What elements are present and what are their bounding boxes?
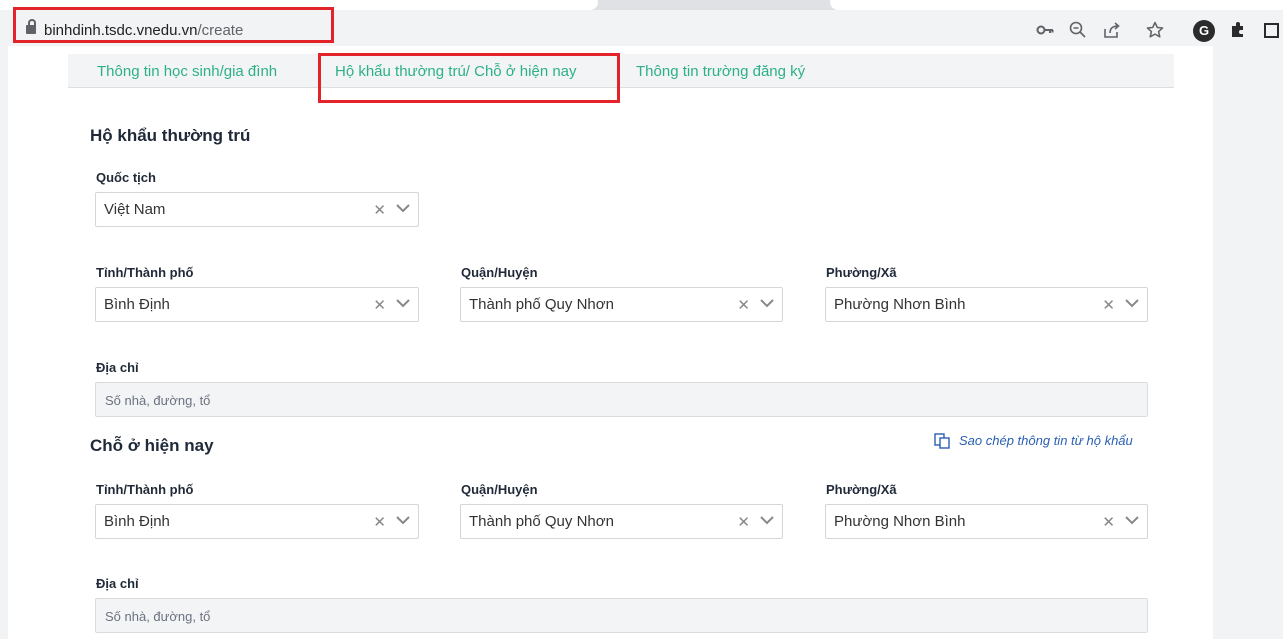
address-placeholder: Số nhà, đường, tổ [105, 393, 211, 408]
nationality-label: Quốc tịch [96, 170, 156, 185]
tab-highlight-box [318, 53, 620, 103]
province-label: Tỉnh/Thành phố [96, 482, 194, 497]
browser-tab-stub[interactable] [830, 0, 1283, 10]
province-label: Tỉnh/Thành phố [96, 265, 194, 280]
current-province-select[interactable]: Bình Định ✕ [95, 504, 419, 539]
zoom-icon[interactable] [1066, 20, 1090, 45]
section-title-permanent: Hộ khẩu thường trú [90, 126, 251, 145]
ward-select[interactable]: Phường Nhơn Bình ✕ [825, 287, 1148, 322]
tab-school-registration[interactable]: Thông tin trường đăng ký [636, 63, 805, 80]
current-address-input[interactable]: Số nhà, đường, tổ [95, 598, 1148, 633]
district-value: Thành phố Quy Nhơn [469, 296, 614, 313]
tab-student-family[interactable]: Thông tin học sinh/gia đình [97, 63, 277, 80]
current-ward-select[interactable]: Phường Nhơn Bình ✕ [825, 504, 1148, 539]
window-icon[interactable] [1259, 20, 1283, 45]
page-gutter [0, 46, 8, 639]
clear-icon[interactable]: ✕ [373, 296, 386, 314]
page-gutter [1213, 46, 1283, 639]
nationality-select[interactable]: Việt Nam ✕ [95, 192, 419, 227]
district-select[interactable]: Thành phố Quy Nhơn ✕ [460, 287, 783, 322]
clear-icon[interactable]: ✕ [1102, 513, 1115, 531]
copy-icon[interactable] [934, 433, 950, 449]
address-label: Địa chỉ [96, 360, 139, 375]
clear-icon[interactable]: ✕ [737, 296, 750, 314]
url-highlight-box [13, 7, 334, 43]
district-label: Quận/Huyện [461, 265, 538, 280]
district-value: Thành phố Quy Nhơn [469, 513, 614, 530]
share-icon[interactable] [1100, 20, 1124, 45]
chevron-down-icon[interactable] [1123, 294, 1141, 312]
province-select[interactable]: Bình Định ✕ [95, 287, 419, 322]
current-district-select[interactable]: Thành phố Quy Nhơn ✕ [460, 504, 783, 539]
address-input[interactable]: Số nhà, đường, tổ [95, 382, 1148, 417]
clear-icon[interactable]: ✕ [373, 201, 386, 219]
extension-icon[interactable]: G [1193, 20, 1215, 42]
chevron-down-icon[interactable] [394, 199, 412, 217]
key-icon[interactable] [1033, 20, 1057, 45]
copy-from-permanent-link[interactable]: Sao chép thông tin từ hộ khẩu [959, 433, 1133, 448]
district-label: Quận/Huyện [461, 482, 538, 497]
clear-icon[interactable]: ✕ [737, 513, 750, 531]
chevron-down-icon[interactable] [758, 294, 776, 312]
clear-icon[interactable]: ✕ [373, 513, 386, 531]
section-title-current: Chỗ ở hiện nay [90, 436, 214, 455]
chevron-down-icon[interactable] [394, 294, 412, 312]
chevron-down-icon[interactable] [1123, 511, 1141, 529]
star-icon[interactable] [1143, 20, 1167, 45]
ward-label: Phường/Xã [826, 482, 897, 497]
chevron-down-icon[interactable] [758, 511, 776, 529]
ward-value: Phường Nhơn Bình [834, 296, 966, 313]
puzzle-icon[interactable] [1226, 20, 1250, 45]
province-value: Bình Định [104, 513, 170, 530]
address-label: Địa chỉ [96, 576, 139, 591]
clear-icon[interactable]: ✕ [1102, 296, 1115, 314]
ward-label: Phường/Xã [826, 265, 897, 280]
ward-value: Phường Nhơn Bình [834, 513, 966, 530]
nationality-value: Việt Nam [104, 201, 166, 218]
address-placeholder: Số nhà, đường, tổ [105, 609, 211, 624]
chevron-down-icon[interactable] [394, 511, 412, 529]
province-value: Bình Định [104, 296, 170, 313]
